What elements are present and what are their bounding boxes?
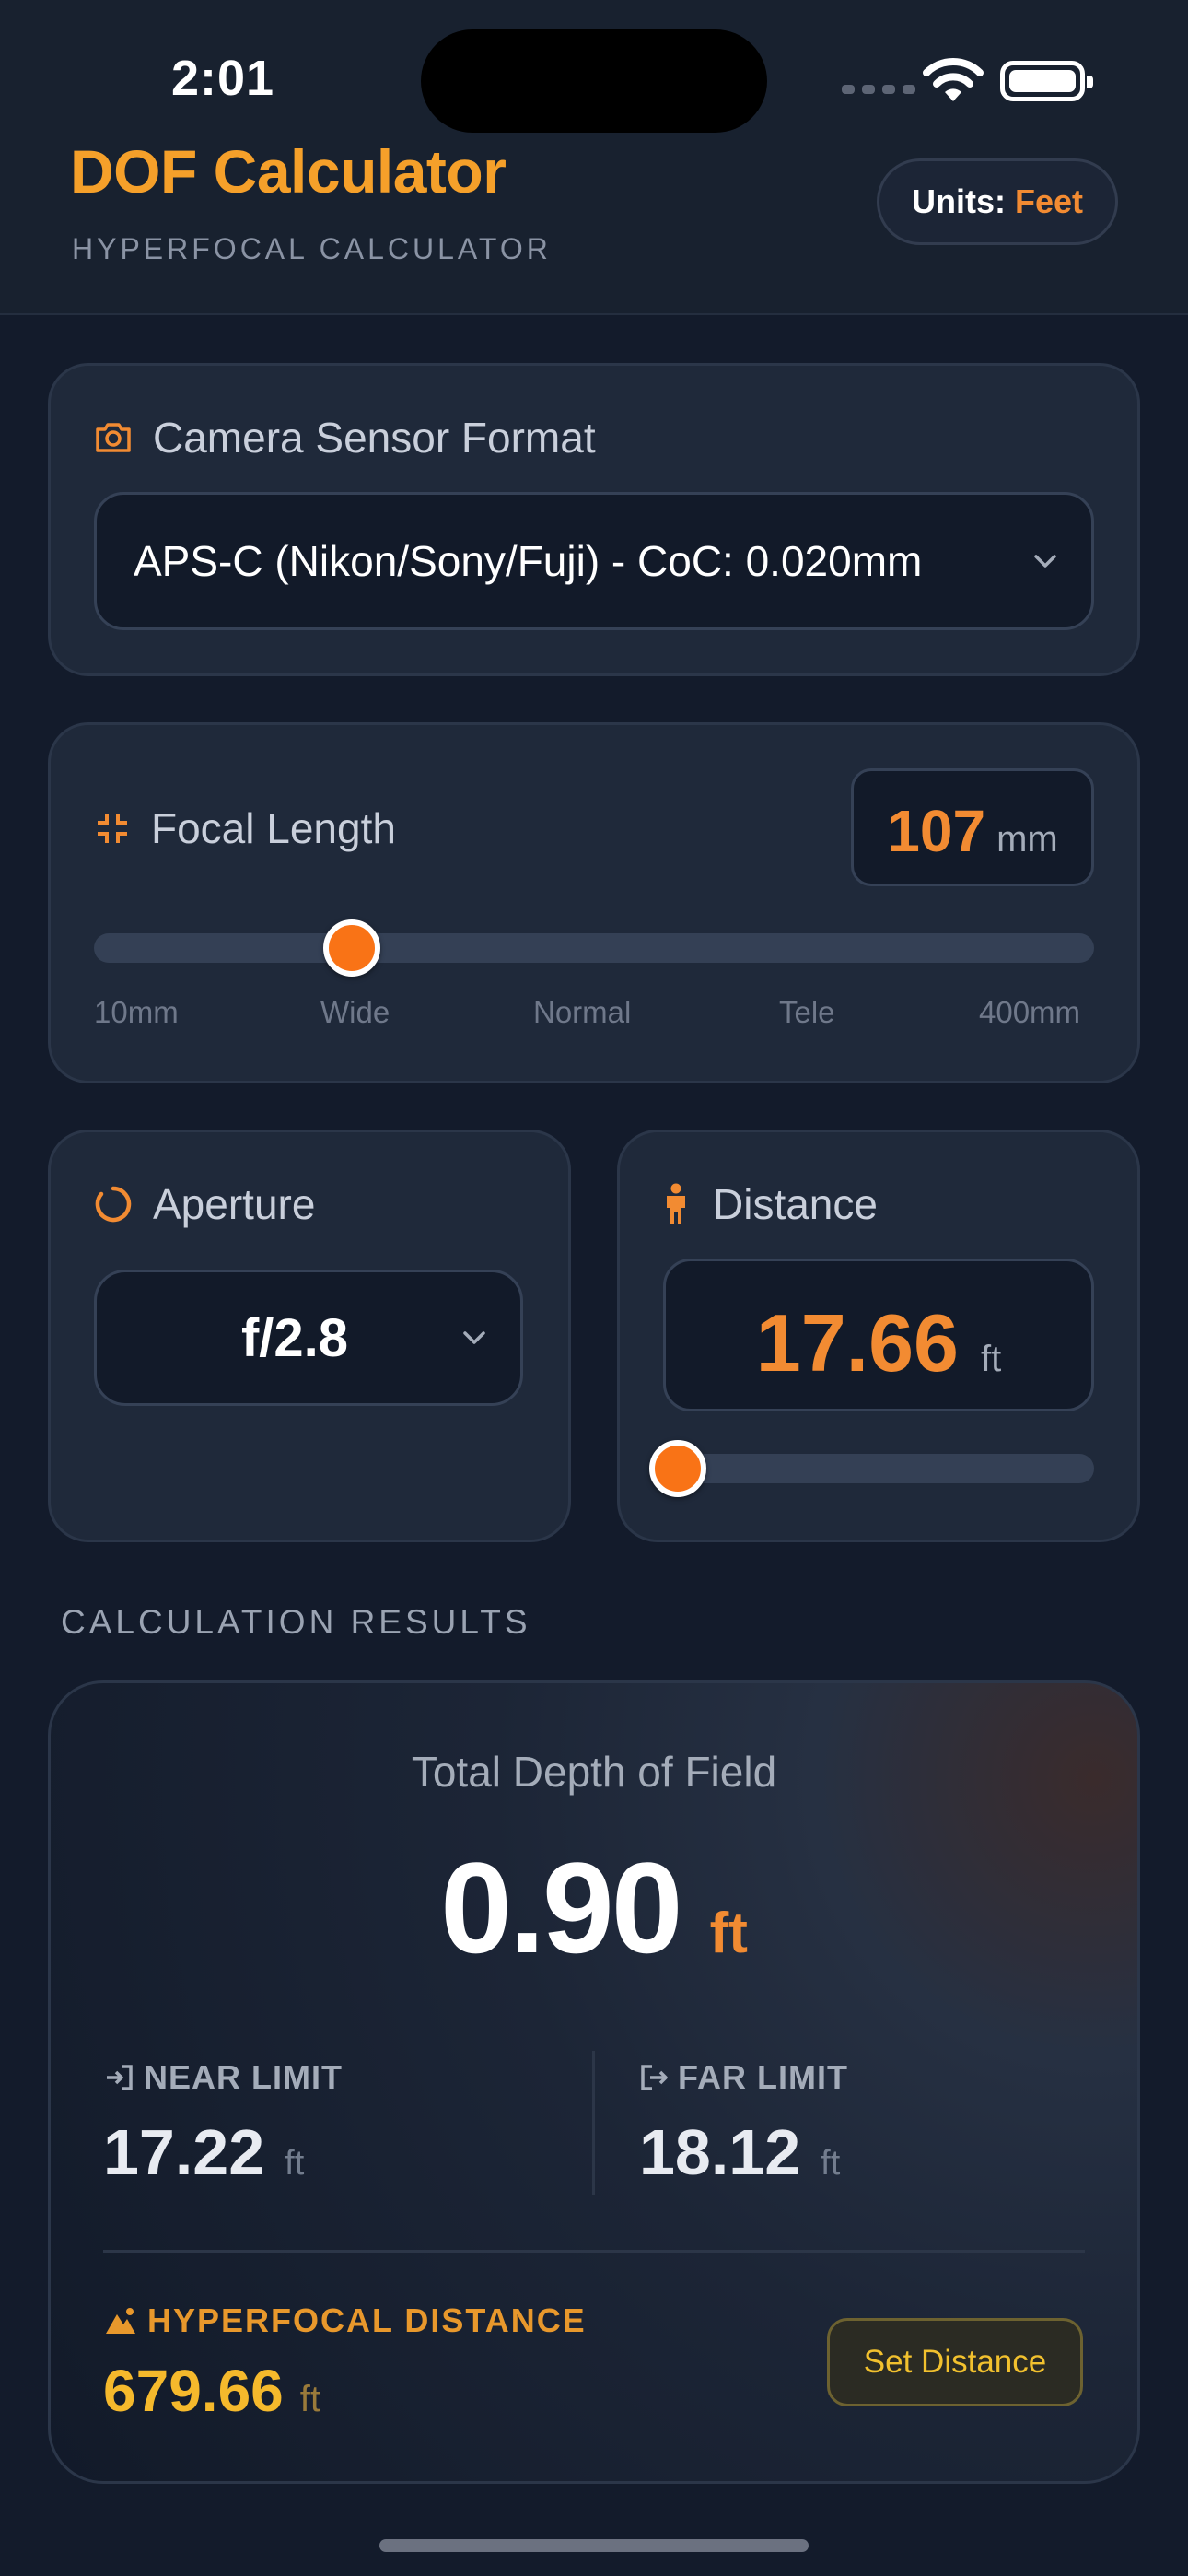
results-divider [103,2250,1085,2253]
total-dof-value: 0.90 [440,1835,682,1980]
cellular-signal-icon [842,85,915,94]
results-heading: CALCULATION RESULTS [61,1603,531,1641]
sensor-format-value: APS-C (Nikon/Sony/Fuji) - CoC: 0.020mm [134,537,923,585]
distance-value: 17.66 [755,1297,959,1388]
near-limit-label-text: NEAR LIMIT [144,2058,343,2096]
aperture-label: Aperture [94,1179,315,1229]
person-icon [659,1183,693,1225]
chevron-down-icon [463,1331,485,1344]
distance-label: Distance [659,1179,878,1229]
sign-in-icon [105,2064,134,2091]
hyperfocal-label: HYPERFOCAL DISTANCE [105,2301,587,2340]
hyperfocal: 679.66 ft [103,2357,320,2425]
units-toggle-button[interactable]: Units: Feet [877,158,1118,245]
near-limit-value: 17.22 [103,2116,265,2188]
focal-length-label: Focal Length [94,803,396,853]
focal-tick-normal: Normal [533,995,632,1029]
units-value: Feet [1014,182,1084,220]
app-title: DOF Calculator [70,137,507,205]
sensor-format-select[interactable]: APS-C (Nikon/Sony/Fuji) - CoC: 0.020mm [94,492,1094,630]
focal-tick-min: 10mm [94,995,179,1029]
distance-slider-track[interactable] [663,1454,1094,1483]
distance-slider-thumb[interactable] [649,1440,706,1497]
focal-length-slider-thumb[interactable] [323,919,380,977]
set-distance-button[interactable]: Set Distance [827,2318,1083,2406]
hyperfocal-unit: ft [299,2379,320,2419]
far-limit: 18.12 ft [639,2115,840,2189]
sensor-format-label-text: Camera Sensor Format [153,414,596,462]
focal-length-unit: mm [996,819,1058,860]
distance-unit: ft [980,1339,1002,1379]
mountain-icon [105,2307,136,2335]
near-limit: 17.22 ft [103,2115,304,2189]
sign-out-icon [639,2064,669,2091]
focal-tick-wide: Wide [320,995,390,1029]
total-dof: 0.90 ft [0,1833,1188,1983]
aperture-ring-icon [94,1185,133,1224]
focal-tick-max: 400mm [979,995,1081,1029]
focal-length-label-text: Focal Length [151,804,396,852]
app-subtitle: HYPERFOCAL CALCULATOR [72,232,552,265]
focal-length-value: 107 [887,798,986,864]
units-label: Units: [911,182,1006,220]
far-limit-label-text: FAR LIMIT [678,2058,848,2096]
battery-icon [1000,61,1093,101]
dynamic-island [421,29,767,133]
sensor-format-label: Camera Sensor Format [94,413,596,463]
status-time: 2:01 [171,51,275,106]
chevron-down-icon [1034,555,1056,568]
camera-icon [94,421,133,454]
aperture-value: f/2.8 [240,1307,349,1368]
aperture-select[interactable]: f/2.8 [94,1270,523,1406]
total-dof-unit: ft [709,1902,748,1965]
near-limit-label: NEAR LIMIT [105,2058,343,2097]
hyperfocal-value: 679.66 [103,2358,284,2424]
focal-length-slider-track[interactable] [94,933,1094,963]
home-indicator[interactable] [379,2539,809,2552]
limits-divider [592,2051,595,2195]
far-limit-unit: ft [821,2144,841,2183]
wifi-icon [923,58,984,101]
focal-tick-tele: Tele [779,995,835,1029]
far-limit-label: FAR LIMIT [639,2058,848,2097]
distance-input[interactable]: 17.66 ft [663,1259,1094,1411]
total-dof-label: Total Depth of Field [411,1748,777,1796]
hyperfocal-label-text: HYPERFOCAL DISTANCE [147,2301,587,2339]
focal-length-input[interactable]: 107 mm [851,768,1094,886]
distance-label-text: Distance [713,1180,878,1228]
focus-frame-icon [94,810,131,847]
near-limit-unit: ft [285,2144,305,2183]
far-limit-value: 18.12 [639,2116,801,2188]
aperture-label-text: Aperture [153,1180,316,1228]
